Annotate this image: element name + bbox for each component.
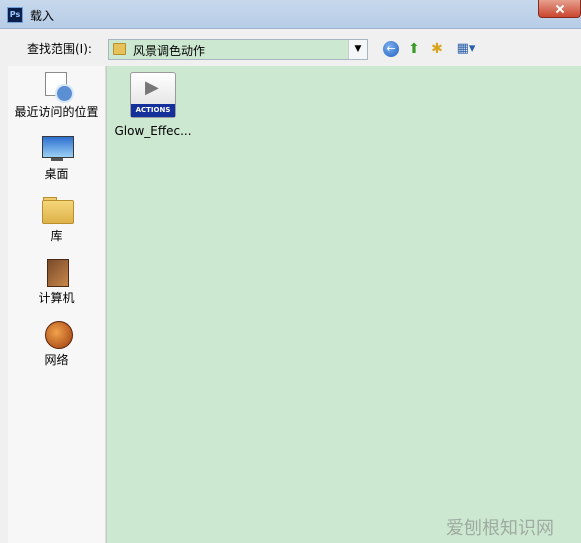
place-label: 桌面	[44, 167, 69, 181]
up-folder-button[interactable]: ⬆	[405, 40, 423, 58]
actions-badge: ACTIONS	[131, 104, 175, 117]
computer-icon	[41, 256, 73, 288]
place-recent[interactable]: 最近访问的位置	[8, 70, 105, 120]
place-label: 库	[50, 229, 63, 243]
place-computer[interactable]: 计算机	[8, 256, 105, 306]
library-icon	[41, 194, 74, 226]
close-button[interactable]	[538, 0, 581, 18]
place-label: 最近访问的位置	[14, 105, 99, 119]
title-bar: Ps 载入	[0, 0, 581, 29]
window-title: 载入	[30, 9, 55, 23]
actions-file-icon: ▶ ACTIONS	[130, 72, 176, 118]
view-menu-button[interactable]: ▦▾	[452, 40, 480, 58]
recent-places-icon	[41, 70, 74, 103]
place-label: 网络	[44, 353, 69, 367]
places-bar: 最近访问的位置 桌面 库 计算机 网络	[8, 66, 106, 543]
view-grid-icon: ▦▾	[456, 41, 476, 56]
place-network[interactable]: 网络	[8, 318, 105, 368]
back-button[interactable]: ←	[382, 40, 400, 58]
up-arrow-icon: ⬆	[408, 41, 420, 57]
back-arrow-icon: ←	[383, 41, 399, 57]
file-item[interactable]: ▶ ACTIONS Glow_Effec...	[113, 72, 193, 138]
place-label: 计算机	[38, 291, 75, 305]
place-library[interactable]: 库	[8, 194, 105, 244]
place-desktop[interactable]: 桌面	[8, 132, 105, 182]
folder-icon	[113, 43, 126, 55]
chevron-down-icon[interactable]: ▼	[348, 40, 367, 59]
network-icon	[41, 318, 73, 350]
lookin-value: 风景调色动作	[133, 44, 206, 58]
desktop-icon	[41, 132, 74, 164]
file-list[interactable]: ▶ ACTIONS Glow_Effec...	[106, 66, 581, 543]
new-folder-button[interactable]: ✱	[428, 40, 446, 58]
new-folder-icon: ✱	[431, 41, 443, 57]
photoshop-icon: Ps	[7, 7, 23, 23]
file-name: Glow_Effec...	[114, 124, 192, 138]
lookin-label: 查找范围(I):	[27, 42, 92, 56]
toolbar: 查找范围(I): 风景调色动作 ▼ ← ⬆ ✱ ▦▾	[0, 29, 581, 67]
watermark: 爱刨根知识网	[446, 518, 554, 539]
lookin-dropdown[interactable]: 风景调色动作 ▼	[108, 39, 368, 60]
